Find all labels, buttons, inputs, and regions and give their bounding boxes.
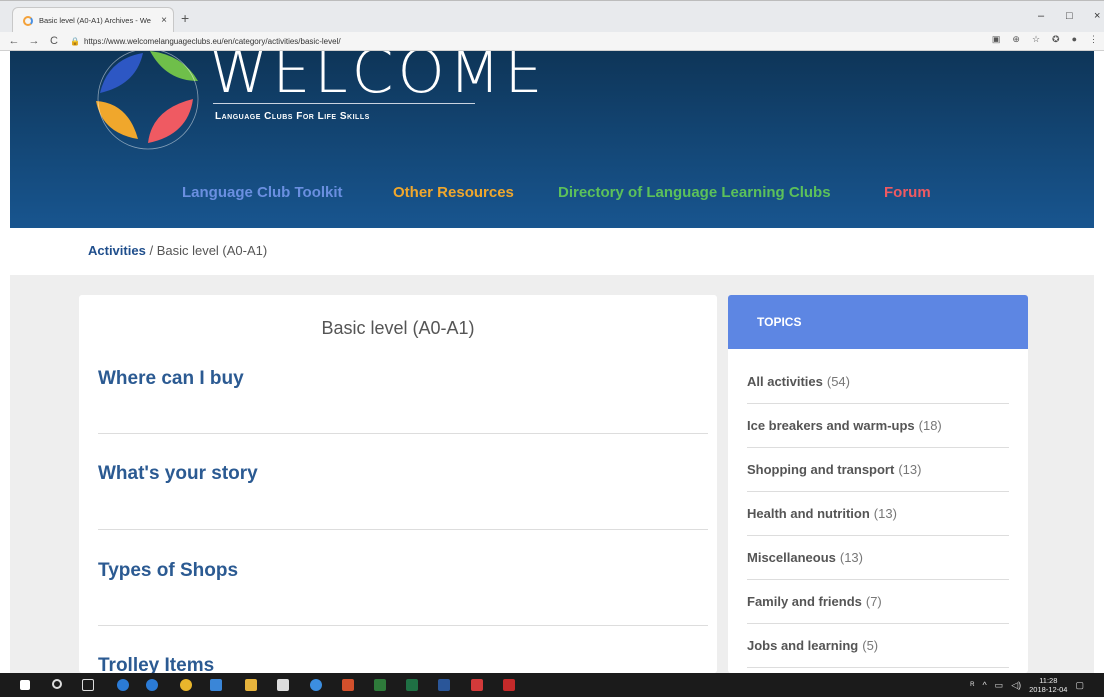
breadcrumb-separator: / xyxy=(149,243,154,258)
logo-emblem-icon[interactable] xyxy=(88,51,218,151)
logo-divider xyxy=(213,103,475,104)
post-item: Types of Shops xyxy=(98,560,708,582)
translate-icon[interactable]: ▣ xyxy=(992,34,1001,45)
nav-other-resources[interactable]: Other Resources xyxy=(393,184,514,201)
extension-icon[interactable]: ✪ xyxy=(1052,34,1060,45)
browser-toolbar: ← → C 🔒 https://www.welcomelanguageclubs… xyxy=(0,32,1104,51)
post-title-link[interactable]: Where can I buy xyxy=(98,368,244,389)
main-navigation: Language Club Toolkit Other Resources Di… xyxy=(10,184,1094,204)
notifications-icon[interactable]: ▢ xyxy=(1075,680,1084,691)
reload-button[interactable]: C xyxy=(48,35,60,47)
lock-icon: 🔒 xyxy=(70,36,80,46)
post-item: Where can I buy xyxy=(98,368,708,390)
system-tray: ᴿ ^ ▭ ◁) 11:28 2018-12-04 ▢ xyxy=(970,673,1084,697)
clock-time: 11:28 xyxy=(1039,676,1058,685)
ie-browser-icon[interactable] xyxy=(146,679,158,691)
topics-sidebar: TOPICS All activities (54) Ice breakers … xyxy=(728,295,1028,673)
topic-count: (5) xyxy=(862,638,879,653)
topic-name[interactable]: Shopping and transport xyxy=(747,462,894,477)
tab-close-button[interactable]: × xyxy=(161,15,167,26)
nav-forum[interactable]: Forum xyxy=(884,184,931,201)
page-title: Basic level (A0-A1) xyxy=(321,318,475,338)
nav-language-club-toolkit[interactable]: Language Club Toolkit xyxy=(182,184,343,201)
zoom-icon[interactable]: ⊕ xyxy=(1012,34,1020,45)
archive-card: Basic level (A0-A1) Where can I buy What… xyxy=(79,295,717,676)
system-clock[interactable]: 11:28 2018-12-04 xyxy=(1029,676,1067,694)
post-item: What's your story xyxy=(98,463,708,485)
post-title-link[interactable]: Types of Shops xyxy=(98,560,238,581)
topic-name[interactable]: Jobs and learning xyxy=(747,638,858,653)
post-divider xyxy=(98,433,708,434)
close-window-button[interactable]: × xyxy=(1094,10,1100,22)
word-icon[interactable] xyxy=(438,679,450,691)
store-icon[interactable] xyxy=(277,679,289,691)
os-taskbar: ᴿ ^ ▭ ◁) 11:28 2018-12-04 ▢ xyxy=(0,673,1104,697)
show-hidden-icons-icon[interactable]: ^ xyxy=(982,680,986,690)
post-divider xyxy=(98,529,708,530)
site-favicon-icon xyxy=(23,15,33,26)
browser-tabstrip: Basic level (A0-A1) Archives - We × + – … xyxy=(0,0,1104,33)
powerpoint-icon[interactable] xyxy=(342,679,354,691)
project-icon[interactable] xyxy=(374,679,386,691)
profile-icon[interactable]: ● xyxy=(1072,34,1077,45)
topic-count: (18) xyxy=(918,418,942,433)
topic-name[interactable]: Ice breakers and warm-ups xyxy=(747,418,915,433)
topic-count: (13) xyxy=(873,506,897,521)
volume-icon[interactable]: ◁) xyxy=(1011,680,1021,691)
restore-button[interactable]: □ xyxy=(1066,10,1073,22)
bookmark-star-icon[interactable]: ☆ xyxy=(1032,34,1040,45)
topic-item[interactable]: All activities (54) xyxy=(747,360,1009,404)
browser-tab[interactable]: Basic level (A0-A1) Archives - We × xyxy=(12,7,174,33)
breadcrumb-activities-link[interactable]: Activities xyxy=(88,243,146,258)
security-app-icon[interactable] xyxy=(471,679,483,691)
new-tab-button[interactable]: + xyxy=(181,10,189,26)
logo-subtitle: Language Clubs For Life Skills xyxy=(215,111,370,122)
topic-count: (13) xyxy=(839,550,863,565)
people-icon[interactable]: ᴿ xyxy=(970,680,974,690)
clock-date: 2018-12-04 xyxy=(1029,685,1068,694)
topic-item[interactable]: Jobs and learning (5) xyxy=(747,624,1009,668)
topic-item[interactable]: Ice breakers and warm-ups (18) xyxy=(747,404,1009,448)
minimize-button[interactable]: – xyxy=(1038,10,1044,22)
topic-item[interactable]: Miscellaneous (13) xyxy=(747,536,1009,580)
topic-count: (54) xyxy=(826,374,850,389)
menu-icon[interactable]: ⋮ xyxy=(1089,34,1098,45)
topic-item[interactable]: Health and nutrition (13) xyxy=(747,492,1009,536)
search-icon[interactable] xyxy=(52,679,62,689)
edge-browser-icon[interactable] xyxy=(117,679,129,691)
back-button[interactable]: ← xyxy=(8,35,20,47)
topic-item[interactable]: Shopping and transport (13) xyxy=(747,448,1009,492)
topic-name[interactable]: Family and friends xyxy=(747,594,862,609)
topic-name[interactable]: Miscellaneous xyxy=(747,550,836,565)
forward-button[interactable]: → xyxy=(28,35,40,47)
task-view-icon[interactable] xyxy=(82,679,94,691)
breadcrumb-current: Basic level (A0-A1) xyxy=(156,243,268,258)
acrobat-icon[interactable] xyxy=(503,679,515,691)
chrome-icon[interactable] xyxy=(180,679,192,691)
logo-wordmark[interactable]: WELCOME xyxy=(209,51,546,107)
post-divider xyxy=(98,625,708,626)
breadcrumb: Activities / Basic level (A0-A1) xyxy=(88,243,267,258)
excel-icon[interactable] xyxy=(406,679,418,691)
topics-header: TOPICS xyxy=(728,295,1028,349)
topic-name[interactable]: All activities xyxy=(747,374,823,389)
topic-item[interactable]: Family and friends (7) xyxy=(747,580,1009,624)
topic-count: (13) xyxy=(898,462,922,477)
nav-directory-of-clubs[interactable]: Directory of Language Learning Clubs xyxy=(558,184,831,201)
network-icon[interactable]: ▭ xyxy=(995,680,1004,691)
post-title-link[interactable]: What's your story xyxy=(98,463,258,484)
onedrive-icon[interactable] xyxy=(310,679,322,691)
tab-title: Basic level (A0-A1) Archives - We xyxy=(39,16,151,25)
topics-heading: TOPICS xyxy=(757,315,802,329)
file-explorer-icon[interactable] xyxy=(245,679,257,691)
outlook-icon[interactable] xyxy=(210,679,222,691)
topic-name[interactable]: Health and nutrition xyxy=(747,506,870,521)
topic-count: (7) xyxy=(865,594,882,609)
windows-start-icon[interactable] xyxy=(20,680,30,690)
site-header: WELCOME Language Clubs For Life Skills L… xyxy=(10,51,1094,228)
address-bar[interactable]: https://www.welcomelanguageclubs.eu/en/c… xyxy=(84,37,341,46)
